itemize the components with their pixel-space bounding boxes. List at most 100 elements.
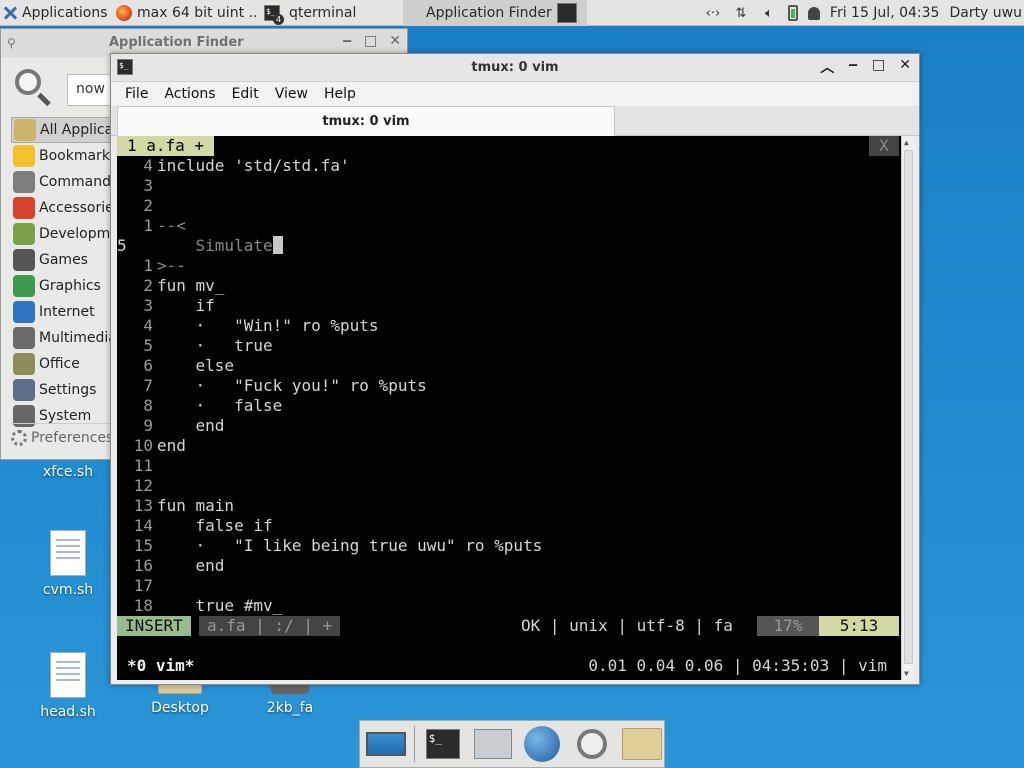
games-icon <box>13 249 35 271</box>
applications-label: Applications <box>22 4 108 21</box>
category-office[interactable]: Office <box>11 351 111 377</box>
code-line: 4 · "Win!" ro %puts <box>117 316 901 336</box>
desktop-icon-label: xfce.sh <box>42 464 94 480</box>
category-bookmarks[interactable]: Bookmarks <box>11 143 111 169</box>
code-text: · true <box>157 336 273 355</box>
tmux-window[interactable]: *0 vim* <box>127 656 194 676</box>
maximize-icon[interactable]: □ <box>872 57 885 77</box>
code-line: 11 <box>117 456 901 476</box>
code-text: false if <box>157 516 273 535</box>
notification-bell-icon[interactable] <box>807 6 820 20</box>
line-number: 6 <box>143 356 153 375</box>
dock-web-browser[interactable] <box>520 724 564 764</box>
vim-file-format: OK | unix | utf-8 | fa <box>521 616 733 635</box>
clock[interactable]: Fri 15 Jul, 04:35 <box>830 5 940 21</box>
desktop-icon-cvm-sh[interactable]: cvm.sh <box>23 530 113 598</box>
line-number: 3 <box>143 176 153 195</box>
line-number: 17 <box>133 576 153 595</box>
taskbar-item-qterminal[interactable]: $_ 4 qterminal <box>258 0 403 26</box>
dock-home-folder[interactable] <box>471 724 515 764</box>
dock-app-finder[interactable] <box>570 724 614 764</box>
category-graphics[interactable]: Graphics <box>11 273 111 299</box>
applications-menu-button[interactable]: Applications <box>0 0 110 26</box>
vim-tab-active[interactable]: 1 a.fa + <box>117 136 215 156</box>
code-line: 1 >-- <box>117 256 901 276</box>
appfinder-title: Application Finder <box>109 35 244 50</box>
folder-icon <box>622 728 663 760</box>
code-text: · "Fuck you!" ro %puts <box>157 376 427 395</box>
settings-icon <box>13 379 35 401</box>
code-text: fun main <box>157 496 235 515</box>
desktop-icon-xfce-sh[interactable]: xfce.sh <box>23 464 113 480</box>
qterminal-titlebar[interactable]: $_ tmux: 0 vim ︿ ‒ □ ✕ <box>111 54 919 82</box>
desktop-icon-head-sh[interactable]: head.sh <box>23 652 113 720</box>
menu-edit[interactable]: Edit <box>224 86 267 102</box>
graphics-icon <box>13 275 35 297</box>
dock-show-desktop[interactable] <box>364 724 408 764</box>
network-icon[interactable]: ‹·› <box>704 6 722 21</box>
minimize-icon[interactable]: ‒ <box>848 57 858 77</box>
menu-bar: File Actions Edit View Help <box>111 82 919 106</box>
updown-arrows-icon[interactable]: ⇅ <box>732 6 750 21</box>
scroll-down-arrow-icon[interactable]: ▼ <box>904 669 909 678</box>
line-number: 3 <box>143 296 153 315</box>
script-file-icon <box>50 652 86 698</box>
code-text: if <box>157 296 215 315</box>
search-icon <box>577 729 608 759</box>
dock-file-manager[interactable] <box>620 724 664 764</box>
code-text: fun mv_ <box>157 276 225 295</box>
scroll-up-arrow-icon[interactable]: ▲ <box>904 138 909 147</box>
dock-terminal[interactable]: $_ <box>421 724 465 764</box>
maximize-icon[interactable]: □ <box>364 33 377 49</box>
menu-view[interactable]: View <box>267 86 316 102</box>
vim-file-info: a.fa | :/ | + <box>199 616 341 636</box>
code-line: 17 <box>117 576 901 596</box>
close-icon[interactable]: ✕ <box>899 57 911 77</box>
taskbar-item-firefox[interactable]: max 64 bit uint ... <box>110 0 258 26</box>
line-number: 4 <box>143 316 153 335</box>
volume-icon[interactable]: 🔈︎ <box>760 6 778 21</box>
minimize-icon[interactable]: ‒ <box>342 33 352 49</box>
taskbar-item-appfinder[interactable]: Application Finder <box>403 0 587 26</box>
xfce-logo-icon <box>2 5 18 21</box>
code-line: 13 fun main <box>117 496 901 516</box>
category-multimedia[interactable]: Multimedia <box>11 325 111 351</box>
code-line: 6 else <box>117 356 901 376</box>
category-internet[interactable]: Internet <box>11 299 111 325</box>
scrollbar[interactable]: ▲ ▼ <box>901 136 915 680</box>
web-browser-globe-icon <box>524 726 561 762</box>
line-number: 1 <box>143 216 153 235</box>
tab-tmux-vim[interactable]: tmux: 0 vim <box>117 106 615 136</box>
category-all-applications[interactable]: All Applications <box>11 117 111 143</box>
tmux-status-bar: *0 vim* 0.01 0.04 0.06 | 04:35:03 | vim <box>117 656 901 676</box>
terminal-area[interactable]: 1 a.fa + X 4 include 'std/std.fa' 3 2 1 --< 5 … <box>117 136 915 680</box>
internet-globe-icon <box>13 301 35 323</box>
line-number: 7 <box>143 376 153 395</box>
category-commands[interactable]: Commands <box>11 169 111 195</box>
category-settings[interactable]: Settings <box>11 377 111 403</box>
code-line: 3 <box>117 176 901 196</box>
menu-actions[interactable]: Actions <box>156 86 223 102</box>
close-icon[interactable]: ✕ <box>389 33 401 49</box>
vim-buffer[interactable]: 4 include 'std/std.fa' 3 2 1 --< 5 Simulate 1 >-… <box>117 156 901 616</box>
taskbar-item-label: qterminal <box>289 4 357 21</box>
category-development[interactable]: Development <box>11 221 111 247</box>
preferences-button[interactable]: Preferences <box>11 423 111 451</box>
category-games[interactable]: Games <box>11 247 111 273</box>
vim-statusline: INSERT a.fa | :/ | + OK | unix | utf-8 |… <box>117 616 901 636</box>
user-menu[interactable]: Darty uwu <box>949 5 1022 21</box>
menu-file[interactable]: File <box>117 86 156 102</box>
line-number: 1 <box>143 256 153 275</box>
system-tray: ‹·› ⇅ 🔈︎ Fri 15 Jul, 04:35 Darty uwu <box>704 0 1024 26</box>
collapse-icon[interactable]: ︿ <box>820 57 834 77</box>
vim-tab-close[interactable]: X <box>869 136 899 156</box>
category-accessories[interactable]: Accessories <box>11 195 111 221</box>
vim-cursor-position: 5:13 <box>819 616 899 636</box>
battery-icon[interactable] <box>787 5 798 21</box>
scrollbar-thumb[interactable] <box>904 150 913 664</box>
menu-help[interactable]: Help <box>316 86 364 102</box>
